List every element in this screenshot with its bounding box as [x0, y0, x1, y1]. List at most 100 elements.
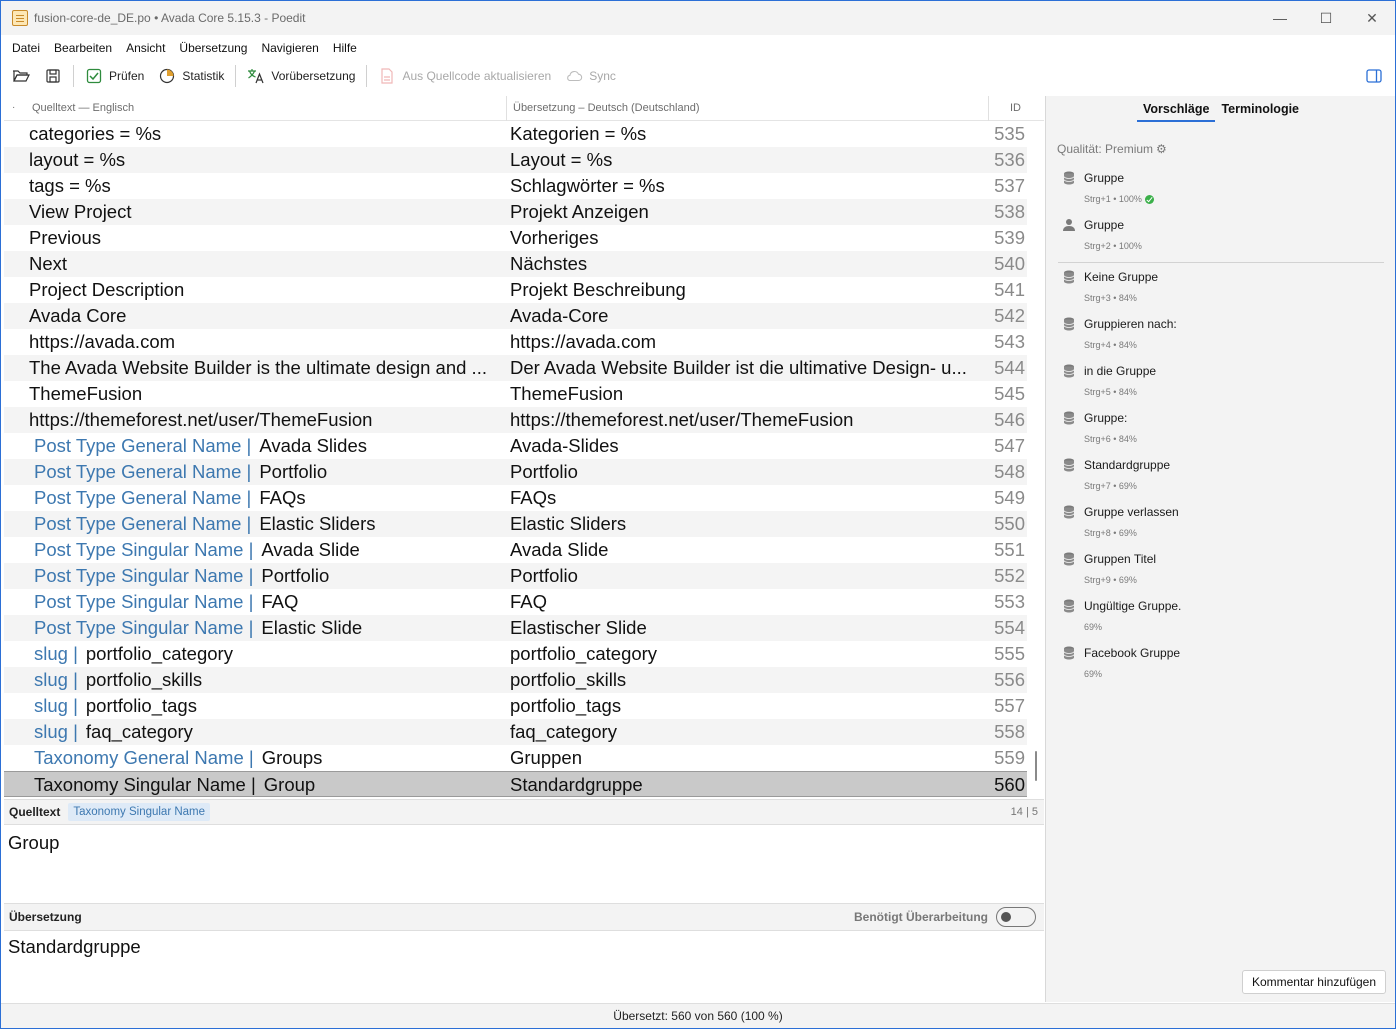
table-row[interactable]: Post Type General Name | Avada Slides Avad…	[4, 433, 1027, 459]
source-cell: Post Type General Name | Elastic Sliders	[29, 513, 504, 535]
suggestion-shortcut-score: Strg+3 • 84%	[1084, 293, 1137, 303]
table-row[interactable]: slug | portfolio_category portfolio_catego…	[4, 641, 1027, 667]
close-button[interactable]: ✕	[1349, 1, 1395, 35]
table-row[interactable]: Project Description Projekt Beschreibung 5…	[4, 277, 1027, 303]
quality-setting[interactable]: Qualität: Premium ⚙	[1057, 142, 1167, 156]
context-label: Taxonomy General Name |	[34, 747, 254, 768]
table-row[interactable]: Post Type Singular Name | Portfolio Portfo…	[4, 563, 1027, 589]
table-row[interactable]: The Avada Website Builder is the ultimat…	[4, 355, 1027, 381]
table-row[interactable]: slug | portfolio_skills portfolio_skills 55…	[4, 667, 1027, 693]
source-text: Elastic Slide	[261, 617, 363, 638]
sidebar-toggle-button[interactable]	[1365, 67, 1383, 85]
suggestion-item[interactable]: Standardgruppe Strg+7 • 69%	[1046, 455, 1395, 502]
table-row[interactable]: slug | portfolio_tags portfolio_tags 557	[4, 693, 1027, 719]
table-row[interactable]: ThemeFusion ThemeFusion 545	[4, 381, 1027, 407]
translation-cell: portfolio_category	[510, 643, 658, 664]
suggestion-item[interactable]: Gruppe Strg+1 • 100%	[1046, 168, 1395, 215]
table-row[interactable]: Post Type General Name | FAQs FAQs 549	[4, 485, 1027, 511]
table-row[interactable]: View Project Projekt Anzeigen 538	[4, 199, 1027, 225]
table-row[interactable]: Post Type Singular Name | FAQ FAQ 553	[4, 589, 1027, 615]
check-button[interactable]: Prüfen	[78, 61, 151, 91]
suggestion-item[interactable]: in die Gruppe Strg+5 • 84%	[1046, 361, 1395, 408]
translation-input[interactable]: Standardgruppe	[8, 936, 141, 958]
sync-button[interactable]: Sync	[558, 61, 623, 91]
table-row[interactable]: https://avada.com https://avada.com 543	[4, 329, 1027, 355]
context-label: slug |	[34, 669, 78, 690]
table-row[interactable]: Avada Core Avada-Core 542	[4, 303, 1027, 329]
document-update-icon	[378, 67, 396, 85]
table-row[interactable]: Next Nächstes 540	[4, 251, 1027, 277]
pretranslate-button[interactable]: Vorübersetzung	[240, 61, 362, 91]
translation-cell: faq_category	[510, 721, 617, 742]
context-label: Post Type Singular Name |	[34, 565, 254, 586]
poedit-app-icon	[12, 10, 28, 26]
header-flag-column[interactable]: ·	[12, 102, 15, 113]
table-row[interactable]: https://themeforest.net/user/ThemeFusion…	[4, 407, 1027, 433]
table-row[interactable]: slug | faq_category faq_category 558	[4, 719, 1027, 745]
maximize-button[interactable]: ☐	[1303, 1, 1349, 35]
table-row[interactable]: Post Type General Name | Elastic Sliders E…	[4, 511, 1027, 537]
add-comment-button[interactable]: Kommentar hinzufügen	[1242, 970, 1386, 994]
menu-uebersetzung[interactable]: Übersetzung	[172, 41, 254, 55]
suggestion-item[interactable]: Facebook Gruppe 69%	[1046, 643, 1395, 690]
id-cell: 551	[994, 539, 1025, 560]
source-text: Group	[263, 774, 316, 795]
gear-icon[interactable]: ⚙	[1156, 142, 1167, 156]
suggestion-item[interactable]: Gruppe verlassen Strg+8 • 69%	[1046, 502, 1395, 549]
column-divider[interactable]	[506, 96, 507, 121]
table-row[interactable]: Post Type Singular Name | Avada Slide Avad…	[4, 537, 1027, 563]
header-source[interactable]: Quelltext — Englisch	[32, 102, 134, 114]
suggestion-meta: 69%	[1084, 669, 1102, 679]
table-row-selected[interactable]: Taxonomy Singular Name | Group Standardgru…	[4, 771, 1027, 797]
translation-cell: https://themeforest.net/user/ThemeFusion	[510, 409, 854, 430]
needs-work-toggle[interactable]	[996, 907, 1036, 927]
minimize-button[interactable]: —	[1257, 1, 1303, 35]
save-button[interactable]	[37, 61, 69, 91]
table-row[interactable]: Post Type General Name | Portfolio Portfol…	[4, 459, 1027, 485]
suggestion-item[interactable]: Keine Gruppe Strg+3 • 84%	[1046, 267, 1395, 314]
header-id[interactable]: ID	[1010, 102, 1021, 114]
id-cell: 556	[994, 669, 1025, 690]
tab-terminologie[interactable]: Terminologie	[1215, 102, 1305, 122]
database-icon	[1063, 411, 1075, 425]
table-row[interactable]: layout = %s Layout = %s 536	[4, 147, 1027, 173]
id-cell: 546	[994, 409, 1025, 430]
source-text: Avada Slides	[259, 435, 367, 456]
translation-cell: portfolio_tags	[510, 695, 622, 716]
list-scrollbar[interactable]	[1035, 751, 1037, 781]
suggestion-item[interactable]: Gruppen Titel Strg+9 • 69%	[1046, 549, 1395, 596]
stats-button[interactable]: Statistik	[151, 61, 231, 91]
table-row[interactable]: categories = %s Kategorien = %s 535	[4, 121, 1027, 147]
table-row[interactable]: Post Type Singular Name | Elastic Slide El…	[4, 615, 1027, 641]
update-from-source-button[interactable]: Aus Quellcode aktualisieren	[371, 61, 558, 91]
suggestion-text: Keine Gruppe	[1084, 270, 1159, 284]
translate-icon	[247, 67, 265, 85]
translation-cell: Projekt Beschreibung	[510, 279, 686, 300]
table-row[interactable]: Taxonomy General Name | Groups Gruppen 559	[4, 745, 1027, 771]
translation-cell: Elastischer Slide	[510, 617, 647, 638]
open-button[interactable]	[1, 61, 37, 91]
menu-ansicht[interactable]: Ansicht	[119, 41, 172, 55]
context-label: Post Type Singular Name |	[34, 591, 254, 612]
header-translation[interactable]: Übersetzung – Deutsch (Deutschland)	[513, 102, 699, 114]
suggestion-item[interactable]: Gruppe: Strg+6 • 84%	[1046, 408, 1395, 455]
table-row[interactable]: tags = %s Schlagwörter = %s 537	[4, 173, 1027, 199]
suggestion-item[interactable]: Ungültige Gruppe. 69%	[1046, 596, 1395, 643]
id-cell: 537	[994, 175, 1025, 196]
translation-cell: Elastic Sliders	[510, 513, 627, 534]
context-label: Post Type Singular Name |	[34, 617, 254, 638]
suggestion-item[interactable]: Gruppieren nach: Strg+4 • 84%	[1046, 314, 1395, 361]
stats-label: Statistik	[182, 69, 225, 83]
translation-list: · Quelltext — Englisch Übersetzung – Deu…	[4, 96, 1044, 798]
database-icon	[1063, 317, 1075, 331]
suggestion-item[interactable]: Gruppe Strg+2 • 100%	[1046, 215, 1395, 262]
menu-hilfe[interactable]: Hilfe	[326, 41, 364, 55]
column-divider[interactable]	[988, 96, 989, 121]
menu-bearbeiten[interactable]: Bearbeiten	[47, 41, 119, 55]
tab-vorschlaege[interactable]: Vorschläge	[1136, 102, 1216, 122]
table-row[interactable]: Previous Vorheriges 539	[4, 225, 1027, 251]
menu-navigieren[interactable]: Navigieren	[254, 41, 325, 55]
menu-datei[interactable]: Datei	[1, 41, 47, 55]
source-text: portfolio_category	[85, 643, 233, 664]
id-cell: 554	[994, 617, 1025, 638]
